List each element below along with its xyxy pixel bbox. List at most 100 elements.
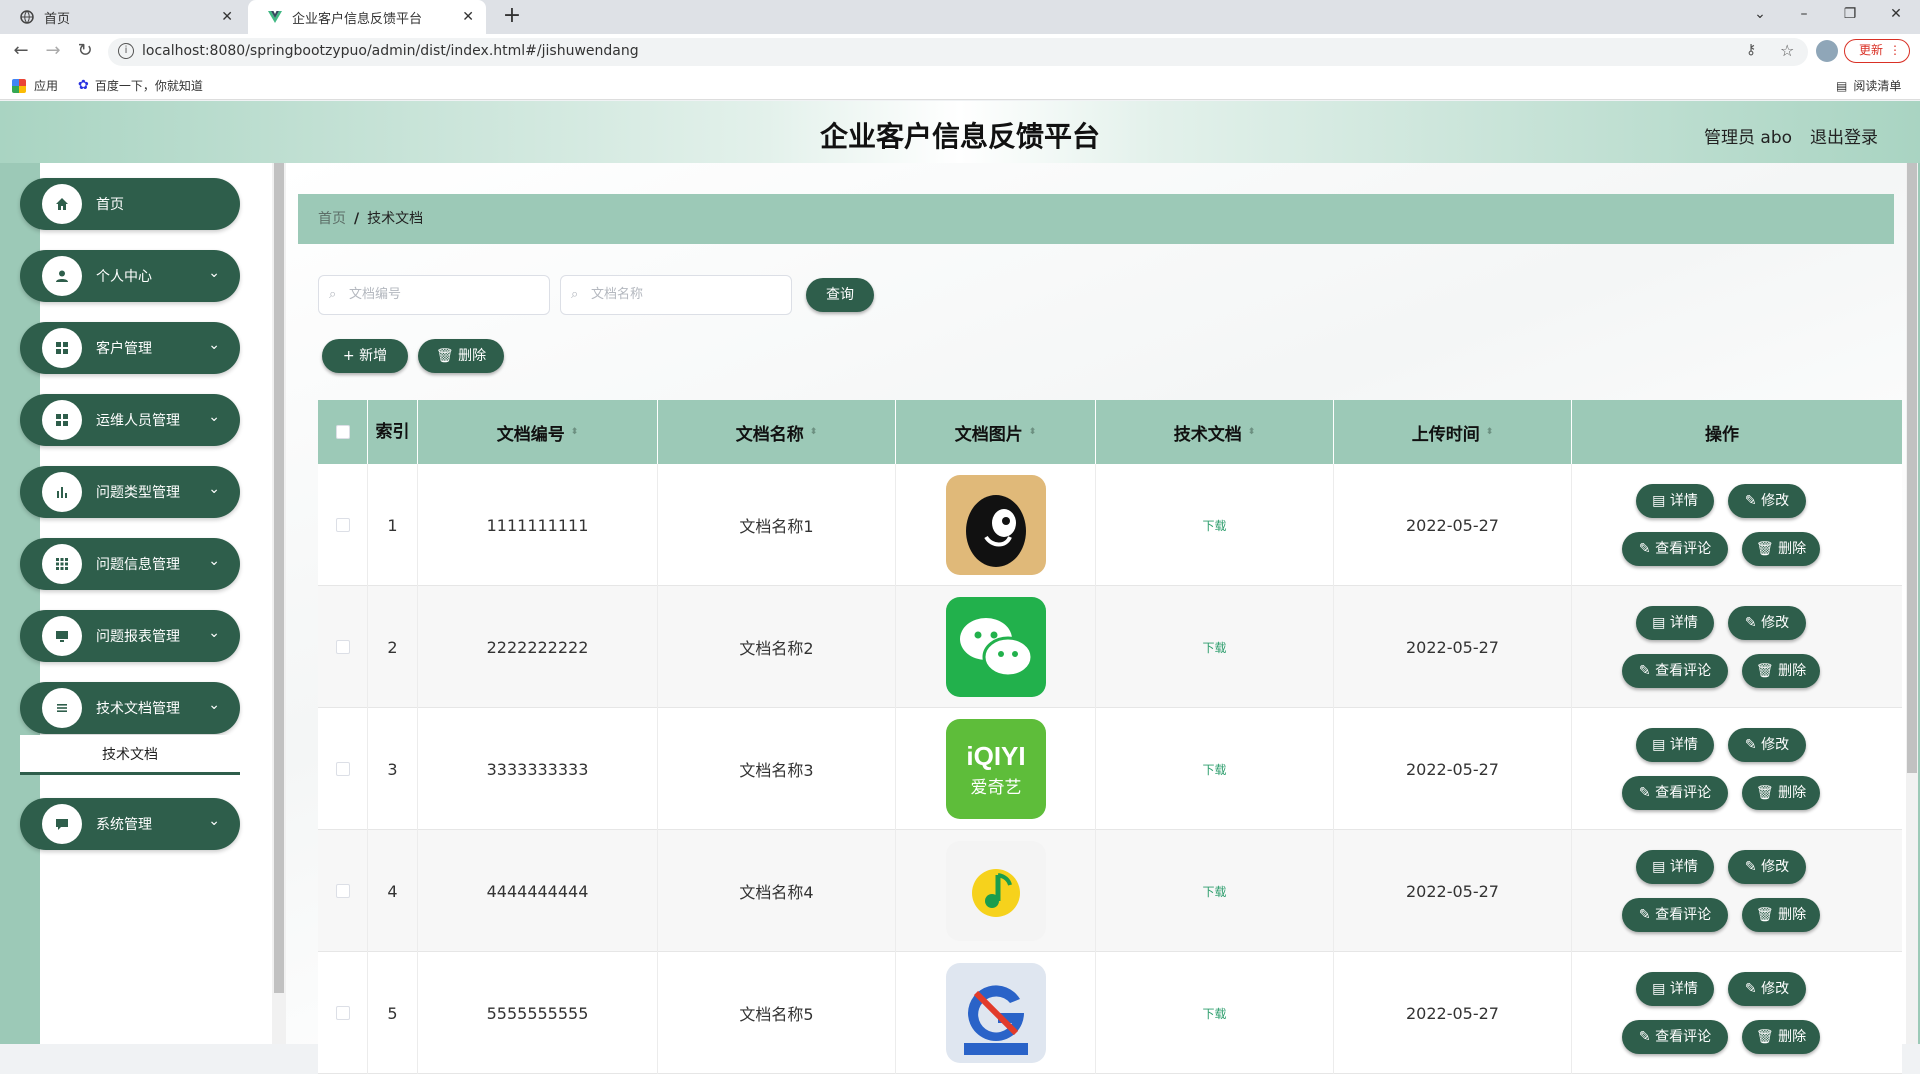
user-icon xyxy=(42,256,82,296)
sidebar-item-system[interactable]: 系统管理 ⌄ xyxy=(20,798,240,850)
view-comments-button[interactable]: ✎ 查看评论 xyxy=(1622,776,1728,810)
add-button[interactable]: + 新增 xyxy=(322,339,408,373)
close-tab-icon[interactable]: ✕ xyxy=(462,9,474,25)
row-checkbox[interactable] xyxy=(335,762,350,776)
column-header-doc[interactable]: 技术文档 ⬍ xyxy=(1096,400,1334,464)
submenu-item-tech-docs[interactable]: 技术文档 xyxy=(20,735,240,775)
delete-button[interactable]: 🗑 删除 xyxy=(1742,898,1820,932)
view-comments-button[interactable]: ✎ 查看评论 xyxy=(1622,654,1728,688)
main-scrollbar-thumb[interactable] xyxy=(1907,163,1917,773)
column-header-code[interactable]: 文档编号 ⬍ xyxy=(418,400,658,464)
minimize-icon[interactable]: – xyxy=(1794,6,1814,22)
sidebar-item-personal-center[interactable]: 个人中心 ⌄ xyxy=(20,250,240,302)
row-checkbox[interactable] xyxy=(335,518,350,532)
maximize-icon[interactable]: ❐ xyxy=(1840,6,1860,22)
detail-button[interactable]: ▤ 详情 xyxy=(1636,972,1714,1006)
detail-label: 详情 xyxy=(1669,615,1698,631)
breadcrumb-home[interactable]: 首页 xyxy=(318,211,346,227)
penguin-app-icon[interactable] xyxy=(945,475,1046,575)
column-header-label: 文档名称 xyxy=(735,424,804,445)
delete-button[interactable]: 🗑 删除 xyxy=(1742,654,1820,688)
download-link[interactable]: 下载 xyxy=(1202,761,1226,778)
row-select-cell xyxy=(318,952,368,1074)
download-link[interactable]: 下载 xyxy=(1202,883,1226,900)
doc-code-search-input[interactable]: ⌕ 文档编号 xyxy=(318,275,550,315)
edit-button[interactable]: ✎ 修改 xyxy=(1728,972,1806,1006)
doc-name-search-input[interactable]: ⌕ 文档名称 xyxy=(560,275,792,315)
reading-list[interactable]: ▤ 阅读清单 xyxy=(1836,77,1901,94)
sidebar-item-ops-staff[interactable]: 运维人员管理 ⌄ xyxy=(20,394,240,446)
view-comments-button[interactable]: ✎ 查看评论 xyxy=(1622,1020,1728,1054)
detail-button[interactable]: ▤ 详情 xyxy=(1636,850,1714,884)
qq-music-icon[interactable] xyxy=(945,841,1046,941)
column-header-image[interactable]: 文档图片 ⬍ xyxy=(896,400,1096,464)
query-button[interactable]: 查询 xyxy=(806,278,874,312)
browser-tab-active[interactable]: 企业客户信息反馈平台 ✕ xyxy=(248,0,486,34)
url-text[interactable]: localhost:8080/springbootzypuo/admin/dis… xyxy=(142,43,639,59)
browser-tab-title: 首页 xyxy=(44,11,71,27)
sidebar-item-home[interactable]: 首页 xyxy=(20,178,240,230)
detail-button[interactable]: ▤ 详情 xyxy=(1636,484,1714,518)
profile-dropdown-icon[interactable]: ⌄ xyxy=(1750,6,1770,22)
forward-icon[interactable]: → xyxy=(42,40,64,62)
edit-button[interactable]: ✎ 修改 xyxy=(1728,728,1806,762)
detail-button[interactable]: ▤ 详情 xyxy=(1636,606,1714,640)
reload-icon[interactable]: ↻ xyxy=(74,40,96,62)
delete-button[interactable]: 🗑 删除 xyxy=(1742,1020,1820,1054)
download-link[interactable]: 下载 xyxy=(1202,639,1226,656)
column-header-name[interactable]: 文档名称 ⬍ xyxy=(658,400,896,464)
sort-icon[interactable]: ⬍ xyxy=(810,427,818,437)
key-icon[interactable]: ⚷ xyxy=(1746,42,1756,58)
iqiyi-icon[interactable]: iQIYI 爱奇艺 xyxy=(945,719,1046,819)
row-checkbox[interactable] xyxy=(335,884,350,898)
sidebar-scrollbar-thumb[interactable] xyxy=(274,163,284,993)
sidebar-item-customers[interactable]: 客户管理 ⌄ xyxy=(20,322,240,374)
edit-button[interactable]: ✎ 修改 xyxy=(1728,850,1806,884)
edit-icon: ✎ xyxy=(1744,493,1757,509)
bulk-delete-button[interactable]: 🗑 删除 xyxy=(418,339,504,373)
avatar[interactable] xyxy=(1816,40,1838,62)
edit-label: 修改 xyxy=(1761,859,1790,875)
column-header-time[interactable]: 上传时间 ⬍ xyxy=(1334,400,1572,464)
delete-button[interactable]: 🗑 删除 xyxy=(1742,776,1820,810)
detail-button[interactable]: ▤ 详情 xyxy=(1636,728,1714,762)
bookmark-apps[interactable]: 应用 xyxy=(12,77,58,94)
info-icon[interactable]: i xyxy=(118,43,134,59)
url-box[interactable]: i localhost:8080/springbootzypuo/admin/d… xyxy=(108,38,1808,66)
close-window-icon[interactable]: ✕ xyxy=(1886,6,1906,22)
sidebar-item-issue-info[interactable]: 问题信息管理 ⌄ xyxy=(20,538,240,590)
document-icon: ▤ xyxy=(1652,615,1666,631)
select-all-checkbox[interactable] xyxy=(335,425,350,439)
row-checkbox[interactable] xyxy=(335,1006,350,1020)
row-upload-time: 2022-05-27 xyxy=(1334,586,1572,708)
sidebar-item-issue-types[interactable]: 问题类型管理 ⌄ xyxy=(20,466,240,518)
edit-button[interactable]: ✎ 修改 xyxy=(1728,606,1806,640)
back-icon[interactable]: ← xyxy=(10,40,32,62)
sort-icon[interactable]: ⬍ xyxy=(1029,427,1037,437)
update-button[interactable]: 更新 ⋮ xyxy=(1844,39,1910,63)
trash-icon: 🗑 xyxy=(1755,907,1774,923)
delete-button[interactable]: 🗑 删除 xyxy=(1742,532,1820,566)
wechat-icon[interactable] xyxy=(945,597,1046,697)
row-checkbox[interactable] xyxy=(335,640,350,654)
bookmark-baidu[interactable]: ✿ 百度一下，你就知道 xyxy=(78,77,203,94)
download-link[interactable]: 下载 xyxy=(1202,517,1226,534)
row-doc-code: 4444444444 xyxy=(418,830,658,952)
tencent-games-icon[interactable] xyxy=(945,963,1046,1063)
download-link[interactable]: 下载 xyxy=(1202,1005,1226,1022)
close-tab-icon[interactable]: ✕ xyxy=(221,9,233,25)
view-comments-button[interactable]: ✎ 查看评论 xyxy=(1622,532,1728,566)
sidebar-item-tech-docs[interactable]: 技术文档管理 ⌄ xyxy=(20,682,240,734)
logout-link[interactable]: 退出登录 xyxy=(1810,123,1878,148)
view-comments-button[interactable]: ✎ 查看评论 xyxy=(1622,898,1728,932)
browser-tab-home[interactable]: 首页 ✕ xyxy=(0,0,245,34)
star-icon[interactable]: ☆ xyxy=(1780,41,1794,60)
sort-icon[interactable]: ⬍ xyxy=(571,427,579,437)
header: 企业客户信息反馈平台 管理员 abo 退出登录 xyxy=(0,101,1920,163)
row-select-cell xyxy=(318,586,368,708)
sidebar-item-issue-reports[interactable]: 问题报表管理 ⌄ xyxy=(20,610,240,662)
new-tab-icon[interactable]: + xyxy=(500,4,524,28)
edit-button[interactable]: ✎ 修改 xyxy=(1728,484,1806,518)
sort-icon[interactable]: ⬍ xyxy=(1248,427,1256,437)
sort-icon[interactable]: ⬍ xyxy=(1486,427,1494,437)
